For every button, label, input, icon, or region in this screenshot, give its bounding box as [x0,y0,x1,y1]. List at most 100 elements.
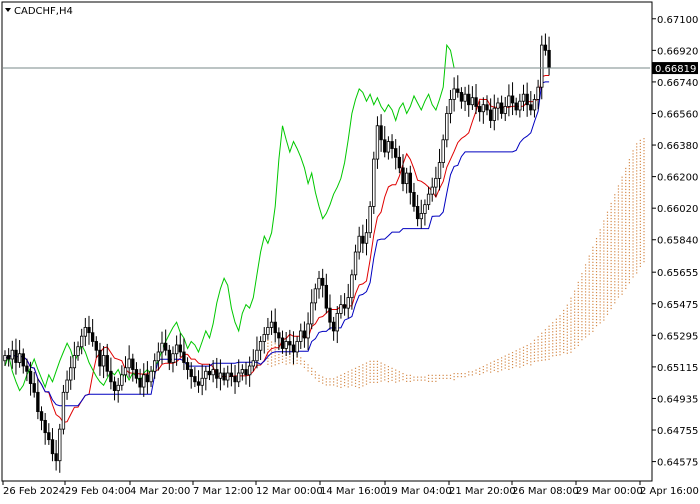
cloud-dot [628,183,630,185]
cloud-dot [384,376,386,378]
cloud-dot [617,284,620,286]
candle-body [514,102,518,111]
cloud-dot [643,153,645,155]
cloud-dot [482,369,484,371]
cloud-dot [555,348,557,350]
cloud-dot [621,272,623,274]
candle-body [251,360,255,367]
cloud-dot [486,364,488,366]
y-tick-label: 0.64935 [657,394,698,405]
cloud-dot [632,258,634,260]
cloud-dot [522,346,525,348]
cloud-dot [300,363,302,365]
cloud-dot [548,337,550,339]
cloud-dot [595,237,598,240]
cloud-dot [610,253,612,256]
cloud-dot [614,203,616,205]
cloud-dot [278,362,280,365]
cloud-dot [285,360,287,362]
cloud-dot [610,280,612,283]
cloud-dot [358,366,360,368]
cloud-dot [519,360,521,362]
cloud-dot [588,264,590,266]
cloud-dot [592,267,594,269]
cloud-dot [340,377,342,379]
cloud-dot [435,374,437,376]
cloud-dot [533,354,536,356]
cloud-dot [617,230,620,232]
cloud-dot [274,358,276,360]
cloud-dot [632,246,634,248]
cloud-dot [369,369,371,371]
cloud-dot [606,277,609,279]
cloud-dot [599,280,601,282]
cloud-dot [322,379,324,381]
candle-body [174,344,179,355]
cloud-dot [574,335,576,337]
cloud-dot [639,235,641,237]
cloud-dot [643,171,645,173]
cloud-dot [603,244,605,246]
cloud-dot [636,167,638,169]
cloud-dot [548,346,550,348]
cloud-dot [632,210,634,212]
cloud-dot [537,357,539,359]
cloud-dot [500,369,503,371]
cloud-dot [595,240,598,243]
cloud-dot [548,334,550,336]
cloud-dot [628,210,630,212]
candle-body [536,86,540,100]
cloud-dot [537,351,539,353]
cloud-dot [358,375,360,377]
cloud-dot [340,386,342,388]
candle-body [434,177,438,188]
cloud-dot [387,369,389,371]
candle-body [419,213,423,220]
cloud-dot [511,351,514,354]
cloud-dot [603,241,605,243]
cloud-dot [614,299,616,301]
cloud-dot [636,227,638,229]
cloud-dot [537,354,539,356]
cloud-dot [574,302,576,304]
candle-body [123,367,128,376]
candle-body [324,284,329,309]
candle-body [36,391,40,413]
cloud-dot [621,230,623,232]
cloud-dot [643,150,645,152]
cloud-dot [526,353,528,356]
cloud-dot [599,250,601,252]
cloud-dot [625,260,627,263]
cloud-dot [599,283,601,285]
cloud-dot [603,235,605,237]
cloud-dot [574,347,576,349]
cloud-dot [617,293,620,295]
cloud-dot [563,333,565,336]
cloud-dot [351,375,353,377]
cloud-dot [636,236,638,238]
candle-body [375,125,380,160]
cloud-dot [544,341,547,343]
cloud-dot [592,291,594,293]
cloud-dot [343,376,346,378]
candle-body [101,355,106,367]
cloud-dot [479,373,481,375]
cloud-dot [588,261,590,263]
cloud-dot [643,195,645,197]
cloud-dot [347,377,349,379]
cloud-dot [636,248,638,250]
cloud-dot [369,381,371,383]
cloud-dot [592,282,594,284]
cloud-dot [376,369,379,371]
cloud-dot [584,300,587,302]
cloud-dot [621,266,623,268]
cloud-dot [628,204,630,206]
cloud-dot [610,301,612,304]
cloud-dot [541,344,543,346]
candle-body [211,369,215,376]
cloud-dot [303,366,306,368]
cloud-dot [592,255,594,257]
cloud-dot [643,213,645,215]
cloud-dot [628,165,630,167]
cloud-dot [617,242,620,244]
